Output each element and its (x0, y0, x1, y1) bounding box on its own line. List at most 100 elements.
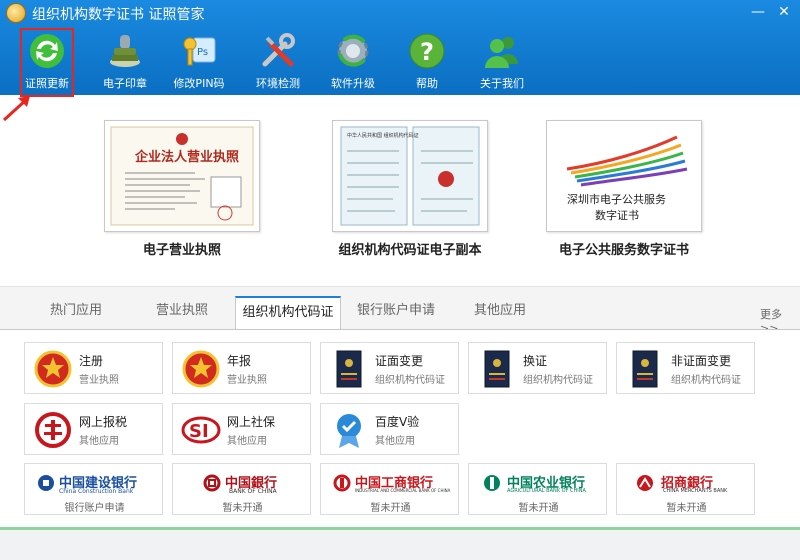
app-annual-report[interactable]: 年报 营业执照 (172, 342, 311, 394)
business-license-image: 企业法人营业执照 (110, 126, 254, 226)
app-subtitle: 组织机构代码证 (375, 375, 445, 386)
cert-label: 电子公共服务数字证书 (558, 243, 689, 258)
bank-icbc[interactable]: 中国工商银行 INDUSTRIAL AND COMMERCIAL BANK OF… (320, 463, 459, 515)
national-emblem-icon (34, 350, 72, 388)
tab-org-code-cert[interactable]: 组织机构代码证 (235, 296, 341, 330)
icbc-emblem-icon (333, 474, 351, 492)
app-subtitle: 营业执照 (79, 375, 119, 386)
cert-org-code[interactable]: 中华人民共和国 组织机构代码证 (332, 120, 488, 232)
app-cert-face-change[interactable]: 证面变更 组织机构代码证 (320, 342, 459, 394)
bank-name-en: BANK OF CHINA (229, 488, 277, 495)
certificate-book-icon (632, 350, 658, 388)
app-title: 网上社保 (227, 415, 276, 429)
abc-emblem-icon (484, 475, 500, 491)
tax-icon (35, 412, 71, 448)
app-non-face-change[interactable]: 非证面变更 组织机构代码证 (616, 342, 755, 394)
app-title: 换证 (523, 354, 548, 368)
status-bar (0, 527, 800, 560)
app-subtitle: 组织机构代码证 (671, 375, 741, 386)
upgrade-gear-icon (337, 34, 369, 67)
toolbar-label: 关于我们 (480, 77, 524, 90)
toolbar-selection-highlight (20, 28, 74, 97)
org-code-cert-image: 中华人民共和国 组织机构代码证 (340, 126, 480, 226)
svg-text:数字证书: 数字证书 (595, 208, 639, 222)
ccb-emblem-icon (38, 475, 54, 491)
cert-label: 组织机构代码证电子副本 (338, 243, 482, 258)
app-subtitle: 营业执照 (227, 375, 267, 386)
title-toolbar-area: 组织机构数字证书 证照管家 — ✕ 证照更新 电子印章 Ps 修改PIN码 环境… (0, 0, 800, 95)
app-title: 网上报税 (79, 415, 128, 429)
app-subtitle: 其他应用 (227, 436, 267, 447)
toolbar-label: 电子印章 (103, 77, 147, 90)
bank-boc[interactable]: 中国銀行 BANK OF CHINA 暂未开通 (172, 463, 311, 515)
certificate-book-icon (336, 350, 362, 388)
cert-business-license[interactable]: 企业法人营业执照 (104, 120, 260, 232)
app-title: 注册 (79, 354, 104, 368)
app-title: 非证面变更 (671, 354, 732, 368)
app-cert-replace[interactable]: 换证 组织机构代码证 (468, 342, 607, 394)
app-logo-icon (6, 3, 26, 23)
bank-status: 暂未开通 (370, 503, 411, 514)
bank-name-en: AGRICULTURAL BANK OF CHINA (507, 488, 586, 494)
toolbar-label: 修改PIN码 (173, 77, 225, 90)
toolbar-help-button[interactable]: ? 帮助 (394, 30, 460, 94)
bank-cmb[interactable]: 招商銀行 CHINA MERCHANTS BANK 暂未开通 (616, 463, 755, 515)
toolbar-change-pin-button[interactable]: Ps 修改PIN码 (166, 30, 232, 94)
abc-logo: 中国农业银行 AGRICULTURAL BANK OF CHINA (469, 468, 608, 498)
bank-ccb[interactable]: 中国建设银行 China Construction Bank 银行账户申请 (24, 463, 163, 515)
tab-hot-apps[interactable]: 热门应用 (34, 296, 118, 330)
cert-public-service[interactable]: 深圳市电子公共服务 数字证书 (546, 120, 702, 232)
title-bar: 组织机构数字证书 证照管家 — ✕ (0, 0, 800, 26)
bank-name-en: CHINA MERCHANTS BANK (663, 488, 728, 494)
toolbar-about-button[interactable]: 关于我们 (469, 30, 535, 94)
app-subtitle: 组织机构代码证 (523, 375, 593, 386)
minimize-button[interactable]: — (744, 0, 772, 24)
cmb-logo: 招商銀行 CHINA MERCHANTS BANK (617, 468, 756, 498)
bank-name-en: China Construction Bank (59, 488, 134, 495)
close-button[interactable]: ✕ (770, 0, 798, 24)
svg-text:中华人民共和国 组织机构代码证: 中华人民共和国 组织机构代码证 (347, 132, 419, 139)
app-register[interactable]: 注册 营业执照 (24, 342, 163, 394)
tab-bank-account[interactable]: 银行账户申请 (350, 296, 442, 330)
toolbar-label: 软件升级 (331, 77, 375, 90)
social-security-icon: SI (181, 416, 221, 444)
toolbar-label: 帮助 (416, 77, 438, 90)
ccb-logo: 中国建设银行 China Construction Bank (25, 468, 164, 498)
app-baidu-verify[interactable]: 百度V验 其他应用 (320, 403, 459, 455)
cmb-emblem-icon (637, 475, 653, 491)
key-icon: Ps (183, 37, 216, 66)
tab-other-apps[interactable]: 其他应用 (458, 296, 542, 330)
help-icon: ? (409, 33, 445, 69)
svg-text:企业法人营业执照: 企业法人营业执照 (134, 149, 239, 165)
app-title: 百度V验 (375, 415, 420, 429)
certificate-book-icon (484, 350, 510, 388)
bank-status: 银行账户申请 (64, 503, 125, 514)
baidu-verify-icon (337, 414, 361, 448)
cert-label: 电子营业执照 (142, 243, 221, 258)
tab-business-license[interactable]: 营业执照 (140, 296, 224, 330)
bank-abc[interactable]: 中国农业银行 AGRICULTURAL BANK OF CHINA 暂未开通 (468, 463, 607, 515)
tools-icon (262, 33, 295, 67)
toolbar-label: 环境检测 (256, 77, 300, 90)
window-title: 组织机构数字证书 证照管家 (32, 7, 205, 23)
app-title: 证面变更 (375, 354, 424, 368)
app-title: 年报 (227, 354, 252, 368)
toolbar-env-check-button[interactable]: 环境检测 (245, 30, 311, 94)
app-subtitle: 其他应用 (79, 436, 119, 447)
boc-logo: 中国銀行 BANK OF CHINA (173, 468, 312, 498)
toolbar-seal-button[interactable]: 电子印章 (92, 30, 158, 94)
svg-text:Ps: Ps (197, 47, 208, 58)
app-subtitle: 其他应用 (375, 436, 415, 447)
pointer-arrow-icon (2, 96, 30, 122)
svg-text:?: ? (420, 38, 434, 66)
bank-status: 暂未开通 (222, 503, 263, 514)
toolbar-upgrade-button[interactable]: 软件升级 (320, 30, 386, 94)
app-social-security[interactable]: SI 网上社保 其他应用 (172, 403, 311, 455)
icbc-logo: 中国工商银行 INDUSTRIAL AND COMMERCIAL BANK OF… (321, 468, 460, 498)
svg-text:SI: SI (189, 421, 209, 442)
national-emblem-icon (182, 350, 220, 388)
public-service-cert-image: 深圳市电子公共服务 数字证书 (566, 135, 688, 222)
app-online-tax[interactable]: 网上报税 其他应用 (24, 403, 163, 455)
boc-emblem-icon (203, 474, 221, 492)
bank-status: 暂未开通 (518, 503, 559, 514)
